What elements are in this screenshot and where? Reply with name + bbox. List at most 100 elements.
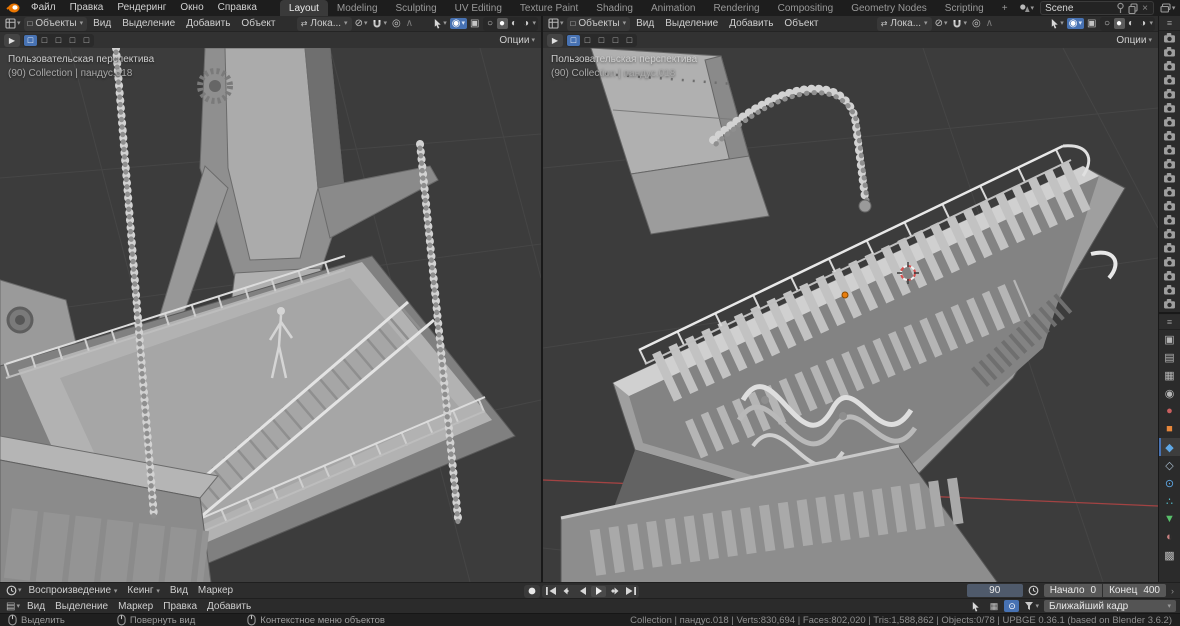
outliner-camera-toggle[interactable] <box>1159 115 1180 129</box>
editor-divider[interactable] <box>1159 312 1180 314</box>
blender-logo[interactable] <box>6 2 20 14</box>
jump-to-start-button[interactable] <box>543 586 558 597</box>
shading-dropdown[interactable]: ▾ <box>1150 20 1154 27</box>
overlays-button[interactable]: ◉▾ <box>1067 18 1084 29</box>
outliner-camera-toggle[interactable] <box>1159 157 1180 171</box>
filter-button[interactable]: ▾ <box>1022 601 1041 611</box>
menu-add-nla[interactable]: Добавить <box>202 601 256 612</box>
particles-properties-tab[interactable]: ∴ <box>1159 492 1180 510</box>
shading-material-button[interactable]: ◐ <box>1126 18 1137 29</box>
outliner-camera-toggle[interactable] <box>1159 59 1180 73</box>
constraint-properties-tab[interactable]: ◇ <box>1159 456 1180 474</box>
outliner-camera-toggle[interactable] <box>1159 199 1180 213</box>
menu-view-nla[interactable]: Вид <box>22 601 50 612</box>
pin-icon[interactable] <box>1116 2 1125 14</box>
falloff-button[interactable]: ∧ <box>404 18 415 29</box>
tab-modeling[interactable]: Modeling <box>328 0 387 16</box>
outliner-camera-toggle[interactable] <box>1159 101 1180 115</box>
mode-select[interactable]: □ Объекты ▾ <box>24 17 88 31</box>
xray-toggle[interactable]: ▣ <box>468 18 481 29</box>
active-tool-button[interactable]: ▶ <box>547 34 563 47</box>
falloff-button[interactable]: ∧ <box>984 18 995 29</box>
sync-visibility-toggle[interactable]: ⊙ <box>1004 600 1019 612</box>
play-reverse-button[interactable] <box>575 586 590 597</box>
outliner-camera-toggle[interactable] <box>1159 171 1180 185</box>
outliner-camera-toggle[interactable] <box>1159 143 1180 157</box>
unlink-scene-icon[interactable]: × <box>1141 3 1149 14</box>
new-scene-icon[interactable] <box>1128 3 1138 14</box>
select-mode-extend[interactable]: □ <box>38 35 51 46</box>
tab-geometry-nodes[interactable]: Geometry Nodes <box>842 0 936 16</box>
proportional-edit-button[interactable]: ◎ <box>970 18 983 29</box>
tab-shading[interactable]: Shading <box>587 0 642 16</box>
menu-select[interactable]: Выделение <box>117 18 180 29</box>
outliner-camera-toggle[interactable] <box>1159 269 1180 283</box>
snapping-button[interactable]: ▾ <box>950 19 969 29</box>
frame-end-field[interactable]: Конец 400 <box>1103 584 1166 597</box>
region-collapse-arrow[interactable]: › <box>1169 586 1176 596</box>
outliner-camera-toggle[interactable] <box>1159 241 1180 255</box>
tab-sculpting[interactable]: Sculpting <box>387 0 446 16</box>
shading-solid-button[interactable]: ● <box>497 18 508 29</box>
viewport-right-canvas[interactable]: Пользовательская перспектива (90) Collec… <box>543 48 1158 582</box>
menu-window[interactable]: Окно <box>173 0 210 16</box>
current-frame-field[interactable]: 90 <box>967 584 1023 597</box>
outliner-camera-toggle[interactable] <box>1159 73 1180 87</box>
select-mode-invert[interactable]: □ <box>609 35 622 46</box>
tab-rendering[interactable]: Rendering <box>704 0 768 16</box>
active-tool-button[interactable]: ▶ <box>4 34 20 47</box>
outliner-editor-icon[interactable]: ≡ <box>1159 16 1180 31</box>
menu-select[interactable]: Выделение <box>660 18 723 29</box>
select-mode-new[interactable]: □ <box>24 35 37 46</box>
snap-mode-dropdown[interactable]: Ближайший кадр▾ <box>1044 600 1176 612</box>
menu-render[interactable]: Рендеринг <box>110 0 173 16</box>
show-gizmo-button[interactable]: ▾ <box>431 18 449 29</box>
data-properties-tab[interactable]: ▼ <box>1159 510 1180 528</box>
editor-type-button[interactable]: ▾ <box>3 18 23 29</box>
transform-orientation-select[interactable]: ⇄ Лока... ▾ <box>297 17 352 31</box>
menu-object[interactable]: Объект <box>779 18 823 29</box>
menu-marker-timeline[interactable]: Маркер <box>193 585 238 596</box>
physics-properties-tab[interactable]: ⊙ <box>1159 474 1180 492</box>
material-properties-tab[interactable]: ◐ <box>1159 528 1180 546</box>
menu-add[interactable]: Добавить <box>724 18 778 29</box>
use-preview-range-button[interactable] <box>1026 585 1041 596</box>
shading-rendered-button[interactable]: ◑ <box>521 18 532 29</box>
pivot-point-button[interactable]: ⊘▾ <box>353 18 370 29</box>
proportional-edit-button[interactable]: ◎ <box>390 18 403 29</box>
viewport-left-canvas[interactable]: Пользовательская перспектива (90) Collec… <box>0 48 541 582</box>
properties-editor-icon[interactable]: ≡ <box>1159 315 1180 330</box>
previous-keyframe-button[interactable] <box>559 586 574 597</box>
menu-file[interactable]: Файл <box>24 0 63 16</box>
next-keyframe-button[interactable] <box>607 586 622 597</box>
menu-view-timeline[interactable]: Вид <box>165 585 193 596</box>
tab-compositing[interactable]: Compositing <box>769 0 843 16</box>
shading-wireframe-button[interactable]: ○ <box>1102 18 1113 29</box>
jump-to-end-button[interactable] <box>623 586 638 597</box>
world-properties-tab[interactable]: ● <box>1159 402 1180 420</box>
editor-type-button[interactable]: ▾ <box>546 18 566 29</box>
pivot-point-button[interactable]: ⊘▾ <box>933 18 950 29</box>
tab-animation[interactable]: Animation <box>642 0 704 16</box>
output-properties-tab[interactable]: ▤ <box>1159 348 1180 366</box>
shading-material-button[interactable]: ◐ <box>509 18 520 29</box>
tab-layout[interactable]: Layout <box>280 0 328 16</box>
xray-toggle[interactable]: ▣ <box>1085 18 1098 29</box>
menu-object[interactable]: Объект <box>236 18 280 29</box>
mode-select[interactable]: □ Объекты ▾ <box>567 17 631 31</box>
shading-wireframe-button[interactable]: ○ <box>485 18 496 29</box>
snapping-button[interactable]: ▾ <box>370 19 389 29</box>
menu-help[interactable]: Справка <box>211 0 264 16</box>
texture-properties-tab[interactable]: ▩ <box>1159 546 1180 564</box>
menu-view[interactable]: Вид <box>631 18 659 29</box>
select-mode-intersect[interactable]: □ <box>80 35 93 46</box>
show-gizmo-button[interactable]: ▾ <box>1048 18 1066 29</box>
select-mode-invert[interactable]: □ <box>66 35 79 46</box>
shading-dropdown[interactable]: ▾ <box>533 20 537 27</box>
menu-select-nla[interactable]: Выделение <box>50 601 113 612</box>
timeline-editor-type-button[interactable]: ▾ <box>4 585 24 596</box>
scene-properties-tab[interactable]: ◉ <box>1159 384 1180 402</box>
menu-view[interactable]: Вид <box>88 18 116 29</box>
tab-uv-editing[interactable]: UV Editing <box>446 0 511 16</box>
outliner-camera-toggle[interactable] <box>1159 255 1180 269</box>
